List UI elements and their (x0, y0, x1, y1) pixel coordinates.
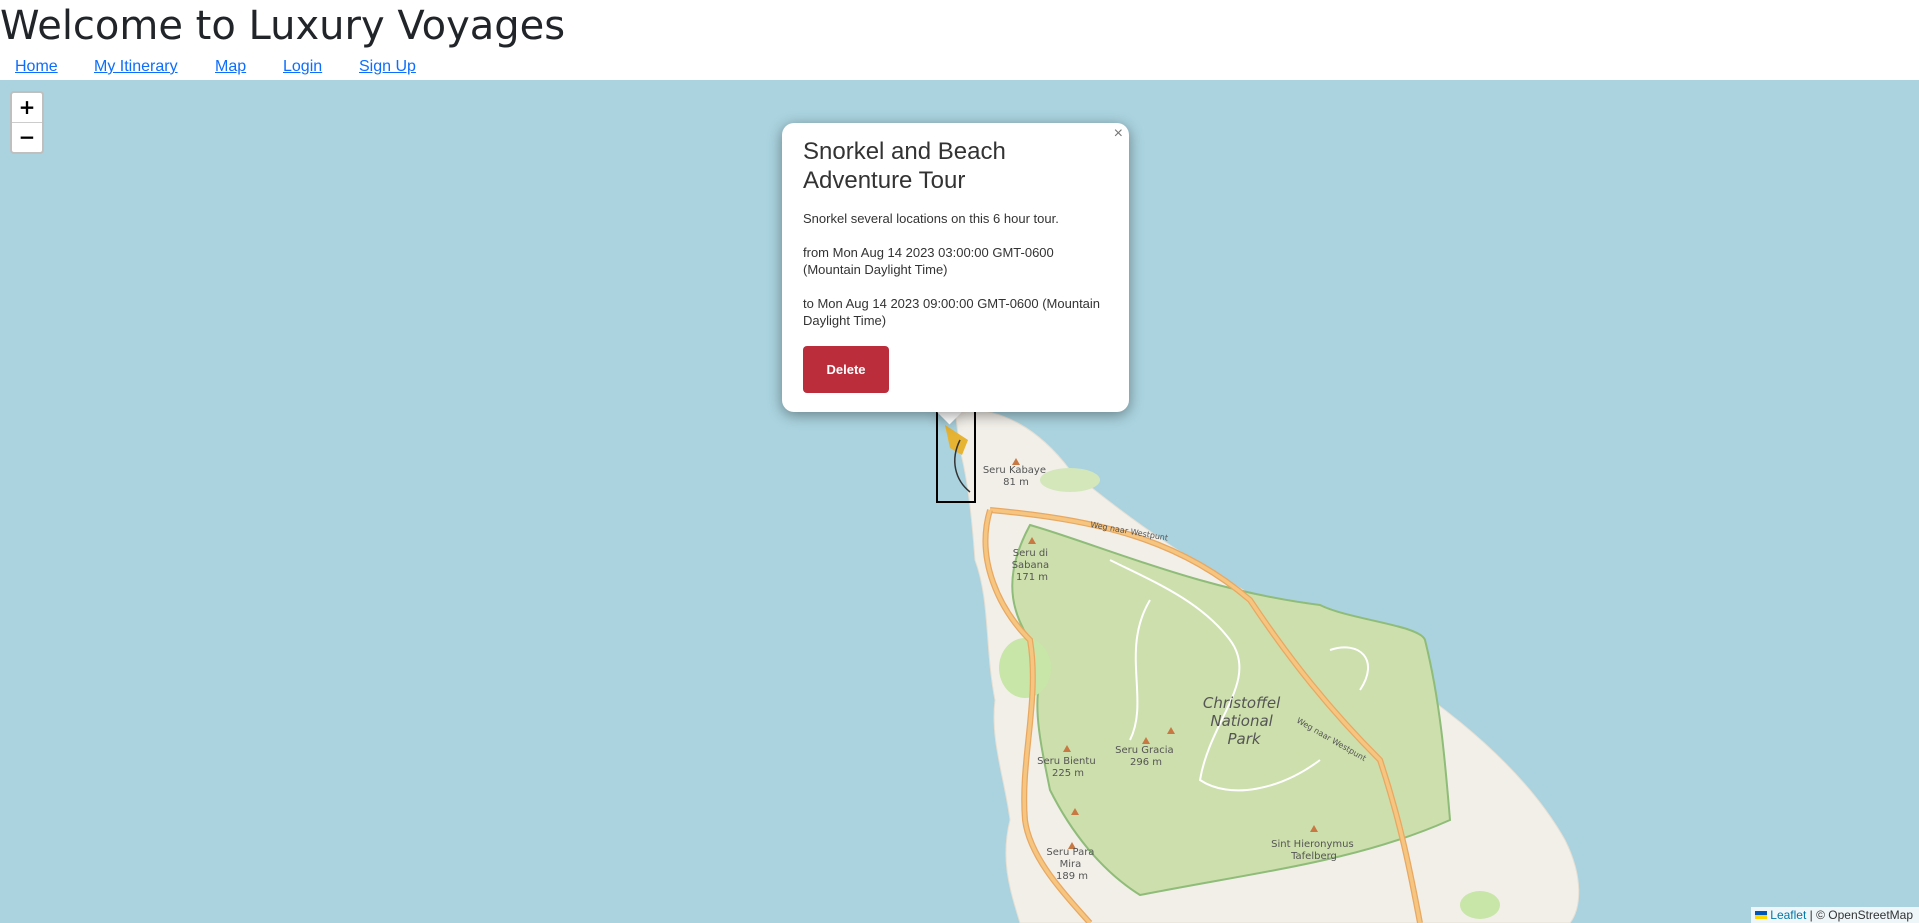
nav-login-link[interactable]: Login (283, 58, 322, 76)
event-popup: × Snorkel and Beach Adventure Tour Snork… (782, 123, 1129, 412)
nav-map-link[interactable]: Map (215, 58, 246, 76)
leaflet-link[interactable]: Leaflet (1770, 908, 1806, 922)
zoom-out-button[interactable]: − (12, 122, 42, 152)
nav-itinerary-link[interactable]: My Itinerary (94, 58, 178, 76)
popup-description: Snorkel several locations on this 6 hour… (803, 211, 1059, 226)
zoom-in-button[interactable]: + (12, 93, 42, 122)
zoom-control: + − (10, 91, 44, 154)
popup-title: Snorkel and Beach Adventure Tour (803, 138, 1006, 194)
popup-close-button[interactable]: × (1114, 125, 1123, 143)
page-title: Welcome to Luxury Voyages (0, 3, 566, 49)
ukraine-flag-icon (1755, 911, 1768, 919)
map-attribution: Leaflet | © OpenStreetMap (1751, 907, 1919, 923)
popup-end-time: to Mon Aug 14 2023 09:00:00 GMT-0600 (Mo… (803, 296, 1101, 328)
nav-signup-link[interactable]: Sign Up (359, 58, 416, 76)
delete-button[interactable]: Delete (803, 346, 889, 393)
popup-start-time: from Mon Aug 14 2023 03:00:00 GMT-0600 (… (803, 245, 1054, 277)
nav-home-link[interactable]: Home (15, 58, 58, 76)
osm-attribution: | © OpenStreetMap (1809, 908, 1913, 922)
